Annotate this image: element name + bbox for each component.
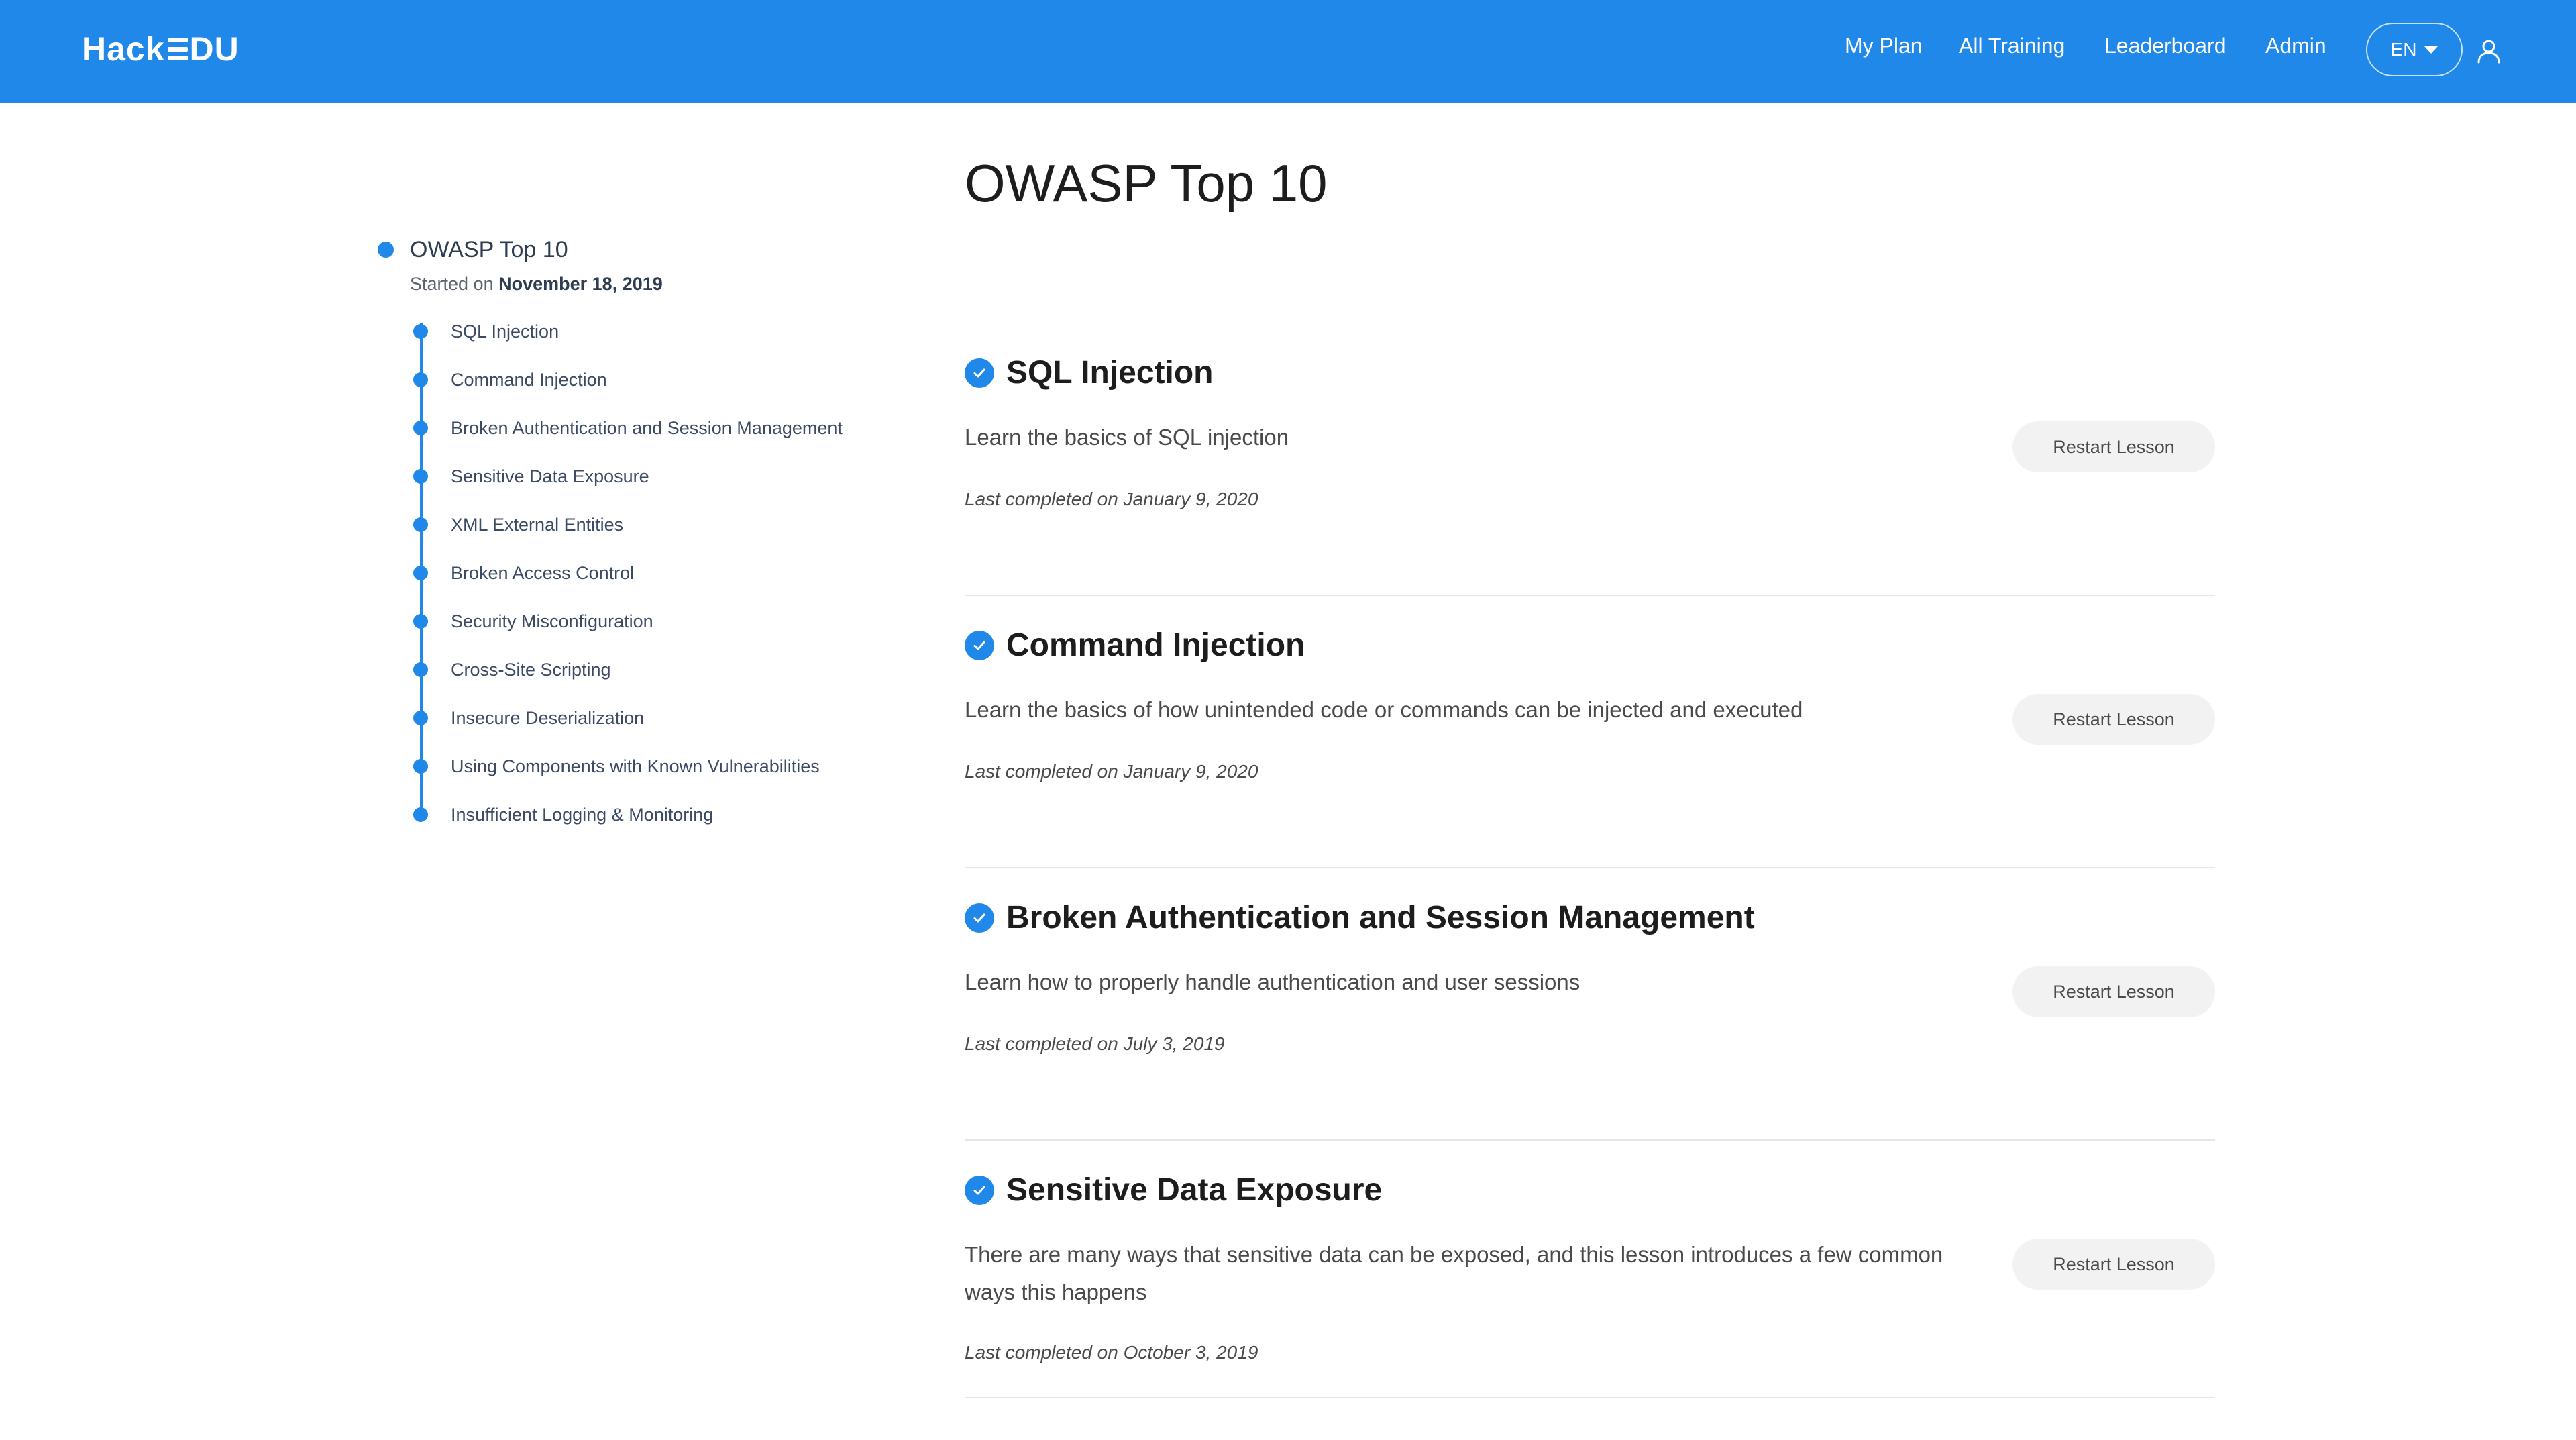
timeline-dot-icon [413, 421, 428, 435]
sidebar-item-insecure-deserialization[interactable]: Insecure Deserialization [413, 694, 843, 742]
lesson-card: Command Injection Learn the basics of ho… [965, 627, 2215, 868]
hackedu-logo[interactable]: Hack DU [82, 30, 239, 68]
restart-lesson-button[interactable]: Restart Lesson [2012, 694, 2215, 745]
language-selector[interactable]: EN [2366, 23, 2463, 76]
sidebar-item-label: Using Components with Known Vulnerabilit… [451, 756, 820, 776]
lesson-title[interactable]: Broken Authentication and Session Manage… [1006, 899, 1755, 936]
sidebar-item-security-misconfiguration[interactable]: Security Misconfiguration [413, 597, 843, 646]
sidebar-item-broken-access-control[interactable]: Broken Access Control [413, 549, 843, 597]
lesson-header: SQL Injection [965, 354, 1213, 391]
lesson-description: There are many ways that sensitive data … [965, 1242, 1943, 1304]
lesson-card: Broken Authentication and Session Manage… [965, 899, 2215, 1141]
timeline-dot-icon [413, 614, 428, 629]
restart-lesson-button[interactable]: Restart Lesson [2012, 1239, 2215, 1290]
sidebar-item-label: Broken Access Control [451, 562, 635, 583]
started-prefix: Started on [410, 274, 494, 294]
lesson-completed-date: Last completed on July 3, 2019 [965, 1033, 1225, 1054]
lesson-completed-date: Last completed on January 9, 2020 [965, 488, 1258, 509]
timeline-dot-icon [413, 759, 428, 774]
timeline-dot-icon [413, 566, 428, 580]
sidebar-item-label: XML External Entities [451, 514, 624, 535]
course-started-date: Started on November 18, 2019 [410, 274, 663, 295]
restart-lesson-button[interactable]: Restart Lesson [2012, 421, 2215, 472]
timeline-dot-icon [413, 662, 428, 677]
sidebar-lesson-list: SQL Injection Command Injection Broken A… [413, 307, 843, 839]
sidebar-item-label: Broken Authentication and Session Manage… [451, 417, 843, 438]
started-date: November 18, 2019 [498, 274, 663, 294]
lesson-header: Sensitive Data Exposure [965, 1172, 1382, 1208]
sidebar-item-insufficient-logging[interactable]: Insufficient Logging & Monitoring [413, 790, 843, 839]
lesson-header: Command Injection [965, 627, 1305, 664]
sidebar-item-label: Cross-Site Scripting [451, 659, 611, 680]
timeline-dot-icon [413, 469, 428, 484]
sidebar-item-cross-site-scripting[interactable]: Cross-Site Scripting [413, 646, 843, 694]
check-circle-icon [965, 358, 994, 388]
page-title: OWASP Top 10 [965, 154, 1328, 213]
sidebar-item-xml-external-entities[interactable]: XML External Entities [413, 501, 843, 549]
nav-all-training[interactable]: All Training [1959, 34, 2065, 67]
timeline-dot-icon [413, 372, 428, 387]
sidebar-item-known-vulnerabilities[interactable]: Using Components with Known Vulnerabilit… [413, 742, 843, 790]
caret-down-icon [2424, 46, 2438, 54]
logo-text-left: Hack [82, 30, 165, 68]
timeline-dot-icon [413, 324, 428, 339]
lesson-description: Learn how to properly handle authenticat… [965, 970, 1580, 994]
lesson-description: Learn the basics of how unintended code … [965, 697, 1803, 722]
sidebar-course-title: OWASP Top 10 [410, 236, 568, 262]
sidebar-item-sql-injection[interactable]: SQL Injection [413, 307, 843, 356]
course-dot-icon [378, 242, 394, 258]
timeline-dot-icon [413, 807, 428, 822]
logo-e-mark [167, 38, 188, 60]
sidebar-item-label: Security Misconfiguration [451, 611, 653, 631]
check-circle-icon [965, 1175, 994, 1205]
sidebar-item-label: Command Injection [451, 369, 607, 390]
sidebar-item-label: Insufficient Logging & Monitoring [451, 804, 714, 825]
sidebar-item-command-injection[interactable]: Command Injection [413, 356, 843, 404]
lesson-title[interactable]: Sensitive Data Exposure [1006, 1172, 1382, 1208]
nav-admin[interactable]: Admin [2265, 34, 2326, 67]
logo-text-right: DU [189, 30, 239, 68]
sidebar-item-sensitive-data-exposure[interactable]: Sensitive Data Exposure [413, 452, 843, 501]
restart-lesson-button[interactable]: Restart Lesson [2012, 966, 2215, 1017]
sidebar-item-label: SQL Injection [451, 321, 559, 342]
sidebar-course[interactable]: OWASP Top 10 [378, 235, 568, 264]
sidebar-item-broken-authentication[interactable]: Broken Authentication and Session Manage… [413, 404, 843, 452]
sidebar-item-label: Sensitive Data Exposure [451, 466, 649, 486]
lesson-title[interactable]: Command Injection [1006, 627, 1305, 664]
nav-leaderboard[interactable]: Leaderboard [2104, 34, 2226, 67]
lesson-description: Learn the basics of SQL injection [965, 425, 1289, 450]
lesson-card: Sensitive Data Exposure There are many w… [965, 1172, 2215, 1398]
check-circle-icon [965, 630, 994, 660]
lesson-title[interactable]: SQL Injection [1006, 354, 1213, 391]
lesson-completed-date: Last completed on October 3, 2019 [965, 1342, 1258, 1363]
lesson-card: SQL Injection Learn the basics of SQL in… [965, 354, 2215, 596]
check-circle-icon [965, 903, 994, 933]
user-icon[interactable] [2475, 38, 2502, 64]
timeline-dot-icon [413, 711, 428, 725]
timeline-dot-icon [413, 517, 428, 532]
top-navbar: Hack DU My Plan All Training Leaderboard… [0, 0, 2576, 103]
language-label: EN [2390, 39, 2417, 60]
lesson-completed-date: Last completed on January 9, 2020 [965, 761, 1258, 782]
nav-my-plan[interactable]: My Plan [1845, 34, 1923, 67]
sidebar-item-label: Insecure Deserialization [451, 707, 645, 728]
lesson-header: Broken Authentication and Session Manage… [965, 899, 1755, 936]
